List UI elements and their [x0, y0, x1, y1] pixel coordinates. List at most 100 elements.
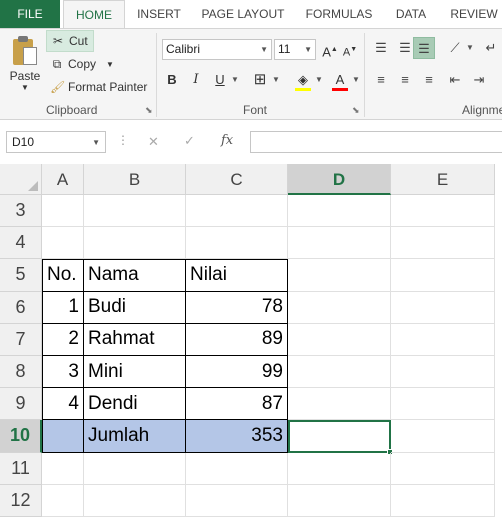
- cell-a12[interactable]: [42, 484, 84, 517]
- cell-e12[interactable]: [391, 484, 495, 517]
- row-header-11[interactable]: 11: [0, 452, 42, 485]
- cell-d8[interactable]: [288, 356, 391, 389]
- align-left-button[interactable]: ≡: [370, 69, 392, 91]
- cell-b11[interactable]: [84, 452, 186, 485]
- chevron-down-icon[interactable]: ▼: [272, 75, 280, 84]
- cell-e4[interactable]: [391, 227, 495, 260]
- cell-b9[interactable]: Dendi: [84, 388, 186, 421]
- cell-a4[interactable]: [42, 227, 84, 260]
- cell-e6[interactable]: [391, 291, 495, 324]
- fill-color-button[interactable]: ◈: [293, 69, 313, 91]
- cell-c6[interactable]: 78: [186, 291, 288, 324]
- cell-e9[interactable]: [391, 388, 495, 421]
- cell-d12[interactable]: [288, 484, 391, 517]
- cell-a10[interactable]: [42, 420, 84, 453]
- formula-input[interactable]: [250, 131, 502, 153]
- top-align-button[interactable]: ☰: [370, 37, 392, 59]
- cell-a3[interactable]: [42, 195, 84, 228]
- cell-e8[interactable]: [391, 356, 495, 389]
- bold-button[interactable]: B: [162, 69, 182, 91]
- name-box[interactable]: D10 ▼: [6, 131, 106, 153]
- select-all-button[interactable]: [0, 164, 42, 195]
- cell-c9[interactable]: 87: [186, 388, 288, 421]
- cell-d5[interactable]: [288, 259, 391, 292]
- wrap-text-button[interactable]: ↵: [480, 37, 502, 59]
- row-header-8[interactable]: 8: [0, 356, 42, 389]
- cell-d3[interactable]: [288, 195, 391, 228]
- tab-home[interactable]: HOME: [63, 0, 125, 29]
- row-header-4[interactable]: 4: [0, 227, 42, 260]
- cell-e11[interactable]: [391, 452, 495, 485]
- cell-a8[interactable]: 3: [42, 356, 84, 389]
- cell-a6[interactable]: 1: [42, 291, 84, 324]
- row-header-10[interactable]: 10: [0, 420, 42, 453]
- cancel-icon[interactable]: ✕: [148, 134, 159, 150]
- cell-c8[interactable]: 99: [186, 356, 288, 389]
- cell-c10[interactable]: 353: [186, 420, 288, 453]
- cell-c7[interactable]: 89: [186, 323, 288, 356]
- column-header-e[interactable]: E: [391, 164, 495, 195]
- tab-review[interactable]: REVIEW: [445, 0, 502, 28]
- cell-e10[interactable]: [391, 420, 495, 453]
- cell-d4[interactable]: [288, 227, 391, 260]
- grow-font-button[interactable]: A▲: [320, 39, 340, 61]
- cell-e5[interactable]: [391, 259, 495, 292]
- chevron-down-icon[interactable]: ▼: [466, 43, 474, 52]
- align-right-button[interactable]: ≡: [418, 69, 440, 91]
- cell-e7[interactable]: [391, 323, 495, 356]
- insert-function-icon[interactable]: fx: [221, 133, 233, 148]
- bottom-align-button[interactable]: ☰: [413, 37, 435, 59]
- cell-b7[interactable]: Rahmat: [84, 323, 186, 356]
- cell-c4[interactable]: [186, 227, 288, 260]
- tab-data[interactable]: DATA: [388, 0, 434, 28]
- cell-d7[interactable]: [288, 323, 391, 356]
- cell-d6[interactable]: [288, 291, 391, 324]
- row-header-3[interactable]: 3: [0, 195, 42, 228]
- column-header-b[interactable]: B: [84, 164, 186, 195]
- orientation-button[interactable]: ⟋: [444, 37, 466, 59]
- cell-e3[interactable]: [391, 195, 495, 228]
- formula-bar-grip-icon[interactable]: ⋮: [117, 133, 129, 147]
- cut-button[interactable]: ✂ Cut: [46, 30, 94, 52]
- cell-b4[interactable]: [84, 227, 186, 260]
- cell-a5[interactable]: No.: [42, 259, 84, 292]
- cell-c12[interactable]: [186, 484, 288, 517]
- cell-b5[interactable]: Nama: [84, 259, 186, 292]
- cell-d9[interactable]: [288, 388, 391, 421]
- chevron-down-icon[interactable]: ▼: [352, 75, 360, 84]
- tab-formulas[interactable]: FORMULAS: [299, 0, 379, 28]
- cell-c11[interactable]: [186, 452, 288, 485]
- font-name-select[interactable]: Calibri ▼: [162, 39, 272, 60]
- dialog-launcher-icon[interactable]: ⬊: [145, 105, 153, 116]
- decrease-indent-button[interactable]: ⇤: [444, 69, 466, 91]
- cell-a11[interactable]: [42, 452, 84, 485]
- row-header-6[interactable]: 6: [0, 291, 42, 324]
- cell-b3[interactable]: [84, 195, 186, 228]
- row-header-7[interactable]: 7: [0, 323, 42, 356]
- column-header-d[interactable]: D: [288, 164, 391, 195]
- column-header-c[interactable]: C: [186, 164, 288, 195]
- tab-file[interactable]: FILE: [0, 0, 60, 28]
- cell-a7[interactable]: 2: [42, 323, 84, 356]
- row-header-12[interactable]: 12: [0, 484, 42, 517]
- tab-page-layout[interactable]: PAGE LAYOUT: [196, 0, 290, 28]
- dialog-launcher-icon[interactable]: ⬊: [352, 105, 360, 116]
- cell-b10[interactable]: Jumlah: [84, 420, 186, 453]
- cell-c3[interactable]: [186, 195, 288, 228]
- cell-b6[interactable]: Budi: [84, 291, 186, 324]
- copy-button[interactable]: ⧉ Copy ▼: [46, 53, 114, 75]
- cell-d10[interactable]: [288, 420, 391, 453]
- underline-button[interactable]: U: [210, 69, 230, 91]
- cell-a9[interactable]: 4: [42, 388, 84, 421]
- paste-button[interactable]: Paste ▼: [6, 33, 44, 97]
- row-header-5[interactable]: 5: [0, 259, 42, 292]
- increase-indent-button[interactable]: ⇥: [468, 69, 490, 91]
- chevron-down-icon[interactable]: ▼: [315, 75, 323, 84]
- font-color-button[interactable]: A: [330, 69, 350, 91]
- row-header-9[interactable]: 9: [0, 388, 42, 421]
- column-header-a[interactable]: A: [42, 164, 84, 195]
- shrink-font-button[interactable]: A▼: [340, 39, 360, 61]
- format-painter-button[interactable]: 🖌 Format Painter: [46, 76, 147, 98]
- chevron-down-icon[interactable]: ▼: [231, 75, 239, 84]
- font-size-select[interactable]: 11 ▼: [274, 39, 316, 60]
